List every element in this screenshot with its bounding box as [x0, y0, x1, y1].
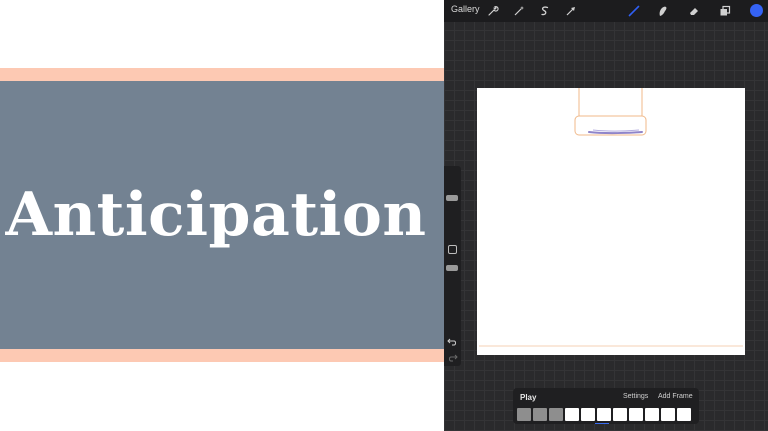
drawing-app: Gallery Play Settings Add Frame: [444, 0, 768, 431]
top-toolbar: Gallery: [444, 0, 768, 22]
frame-thumbnail[interactable]: [565, 408, 579, 421]
frame-thumbnail[interactable]: [661, 408, 675, 421]
frame-timeline: [517, 408, 691, 422]
transform-arrow-icon[interactable]: [564, 4, 578, 18]
title-heading: Anticipation: [5, 180, 427, 250]
current-frame-indicator: [595, 423, 609, 424]
undo-icon[interactable]: [447, 334, 458, 346]
frame-thumbnail[interactable]: [629, 408, 643, 421]
layers-icon[interactable]: [718, 4, 732, 18]
canvas-sketch: [479, 88, 743, 347]
frame-thumbnail[interactable]: [645, 408, 659, 421]
bottom-accent-band: [0, 349, 444, 362]
frame-thumbnail[interactable]: [613, 408, 627, 421]
smudge-icon[interactable]: [656, 4, 670, 18]
frame-thumbnail[interactable]: [549, 408, 563, 421]
magic-wand-icon[interactable]: [512, 4, 526, 18]
modify-button[interactable]: [448, 245, 457, 254]
add-frame-button[interactable]: Add Frame: [658, 393, 693, 400]
frame-thumbnail[interactable]: [533, 408, 547, 421]
frame-thumbnail[interactable]: [597, 408, 611, 421]
brush-size-slider[interactable]: [446, 195, 458, 201]
play-button[interactable]: Play: [520, 393, 536, 402]
top-accent-band: [0, 68, 444, 81]
wrench-icon[interactable]: [486, 4, 500, 18]
sidebar: [444, 166, 461, 366]
title-card: Anticipation: [0, 0, 444, 431]
animation-assist-panel: Play Settings Add Frame: [513, 388, 699, 424]
brush-icon[interactable]: [627, 4, 641, 18]
opacity-slider[interactable]: [446, 265, 458, 271]
drawing-canvas[interactable]: [477, 88, 745, 355]
redo-icon[interactable]: [447, 350, 458, 362]
frame-thumbnail[interactable]: [517, 408, 531, 421]
gallery-button[interactable]: Gallery: [451, 4, 480, 14]
settings-button[interactable]: Settings: [623, 393, 648, 400]
selection-icon[interactable]: [538, 4, 552, 18]
eraser-icon[interactable]: [687, 4, 701, 18]
frame-thumbnail[interactable]: [581, 408, 595, 421]
frame-thumbnail[interactable]: [677, 408, 691, 421]
color-swatch[interactable]: [750, 4, 763, 17]
